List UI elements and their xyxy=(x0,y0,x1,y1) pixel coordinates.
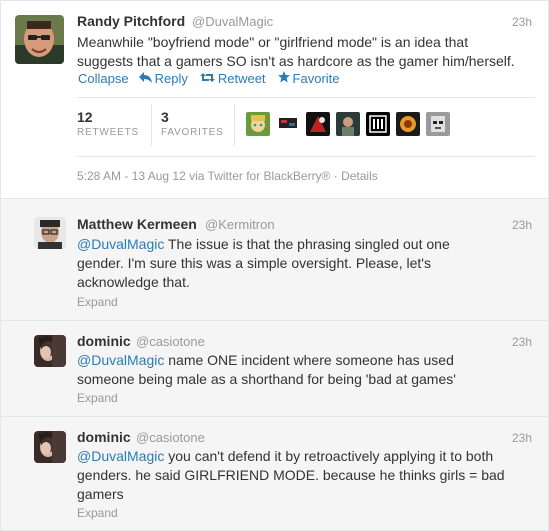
favoriter-avatar[interactable] xyxy=(246,112,270,136)
favoriters-avatar-list xyxy=(246,112,450,136)
reply-text-line-2: genders. he said GIRLFRIEND MODE. becaus… xyxy=(77,467,505,483)
reply-text-line-1: @DuvalMagic The issue is that the phrasi… xyxy=(77,235,450,254)
tweet-text-line-2: suggests that a gamers SO isn't as hardc… xyxy=(77,53,515,69)
mention-link[interactable]: @DuvalMagic xyxy=(77,352,164,368)
tweet-meta-details[interactable]: 5:28 AM - 13 Aug 12 via Twitter for Blac… xyxy=(77,169,378,183)
favorites-stat[interactable]: 3 FAVORITES xyxy=(161,109,224,138)
favorite-button[interactable]: Favorite xyxy=(277,71,340,86)
tweet-timestamp[interactable]: 23h xyxy=(512,15,532,29)
mention-link[interactable]: @DuvalMagic xyxy=(77,236,164,252)
reply-button[interactable]: Reply xyxy=(138,71,188,86)
retweet-icon xyxy=(199,71,215,86)
avatar-dominic[interactable] xyxy=(34,431,66,463)
reply-arrow-icon xyxy=(138,71,152,86)
reply-text: you can't defend it by retroactively app… xyxy=(164,448,494,464)
reply-author-name[interactable]: dominic xyxy=(77,333,131,349)
reply-timestamp[interactable]: 23h xyxy=(512,335,532,349)
author-name[interactable]: Randy Pitchford xyxy=(77,13,185,29)
reply-text-line-3: acknowledge that. xyxy=(77,274,190,290)
reply-author-name[interactable]: dominic xyxy=(77,429,131,445)
mention-link[interactable]: @DuvalMagic xyxy=(77,448,164,464)
reply-author-handle[interactable]: @casiotone xyxy=(136,430,205,445)
favorite-label: Favorite xyxy=(292,71,340,86)
retweet-button[interactable]: Retweet xyxy=(199,71,266,86)
stats-divider-bottom xyxy=(77,156,535,157)
stat-divider xyxy=(151,104,152,146)
reply-text-line-2: gender. I'm sure this was a simple overs… xyxy=(77,255,431,271)
favorites-label: FAVORITES xyxy=(161,127,224,138)
reply-timestamp[interactable]: 23h xyxy=(512,218,532,232)
expand-link[interactable]: Expand xyxy=(77,295,118,309)
reply-label: Reply xyxy=(154,71,188,86)
author-handle[interactable]: @DuvalMagic xyxy=(192,14,273,29)
favoriter-avatar[interactable] xyxy=(426,112,450,136)
reply-text: The issue is that the phrasing singled o… xyxy=(164,236,450,252)
reply-text: name ONE incident where someone has used xyxy=(164,352,454,368)
retweets-stat[interactable]: 12 RETWEETS xyxy=(77,109,139,138)
retweet-label: Retweet xyxy=(217,71,266,86)
star-icon xyxy=(277,71,290,86)
reply-text-line-3: gamers xyxy=(77,486,124,502)
expand-link[interactable]: Expand xyxy=(77,391,118,405)
favoriter-avatar[interactable] xyxy=(336,112,360,136)
stats-divider-top xyxy=(77,97,535,98)
reply-text-line-2: someone being male as a shorthand for be… xyxy=(77,371,456,387)
expand-link[interactable]: Expand xyxy=(77,506,118,520)
favoriter-avatar[interactable] xyxy=(396,112,420,136)
retweets-label: RETWEETS xyxy=(77,127,139,138)
stat-divider xyxy=(234,104,235,146)
avatar-matthew-kermeen[interactable] xyxy=(34,217,66,249)
collapse-label: Collapse xyxy=(78,71,129,86)
reply-timestamp[interactable]: 23h xyxy=(512,431,532,445)
reply-author-handle[interactable]: @casiotone xyxy=(136,334,205,349)
reply-text-line-1: @DuvalMagic name ONE incident where some… xyxy=(77,351,454,370)
reply-author-handle[interactable]: @Kermitron xyxy=(205,217,275,232)
retweets-count: 12 xyxy=(77,109,93,125)
avatar-randy-pitchford[interactable] xyxy=(15,15,64,64)
reply-text-line-1: @DuvalMagic you can't defend it by retro… xyxy=(77,447,493,466)
favoriter-avatar[interactable] xyxy=(306,112,330,136)
avatar-dominic[interactable] xyxy=(34,335,66,367)
tweet-text-line-1: Meanwhile "boyfriend mode" or "girlfrien… xyxy=(77,34,469,50)
reply-author-name[interactable]: Matthew Kermeen xyxy=(77,216,197,232)
favoriter-avatar[interactable] xyxy=(276,112,300,136)
favoriter-avatar[interactable] xyxy=(366,112,390,136)
reply-divider xyxy=(1,320,548,321)
collapse-link[interactable]: Collapse xyxy=(78,71,129,86)
favorites-count: 3 xyxy=(161,109,169,125)
reply-divider xyxy=(1,416,548,417)
tweet-actions: Collapse Reply Retweet Favorite xyxy=(78,71,340,86)
